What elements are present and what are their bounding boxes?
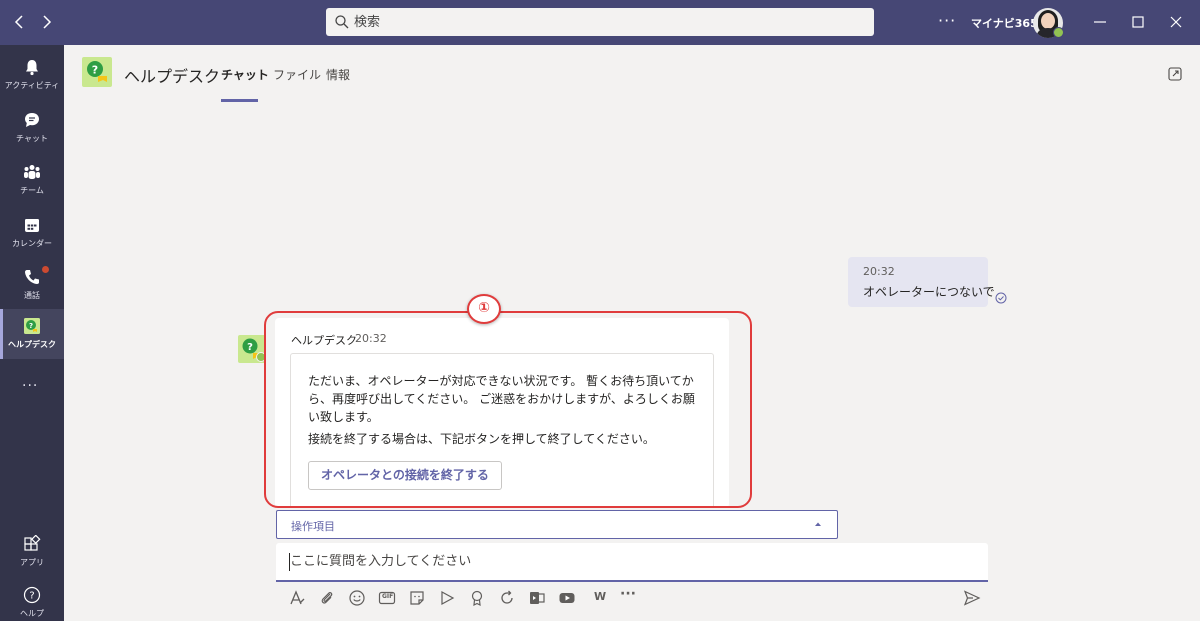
actions-dropdown[interactable]: 操作項目 (276, 510, 838, 539)
rail-item-help[interactable]: ? ヘルプ (0, 578, 64, 621)
rail-item-helpdesk[interactable]: ? ヘルプデスク (0, 309, 64, 359)
rail-item-label: チャット (16, 134, 48, 143)
praise-icon[interactable] (468, 589, 486, 607)
rail-item-teams[interactable]: チーム (0, 155, 64, 205)
back-arrow-icon[interactable] (10, 12, 30, 32)
helpdesk-logo-icon: ? (82, 57, 112, 87)
sent-message[interactable]: 20:32 オペレーターにつないで (848, 257, 995, 307)
wikipedia-icon[interactable]: W (594, 590, 606, 603)
annotation-badge: ① (467, 294, 501, 324)
youtube-icon[interactable] (558, 589, 576, 607)
rail-item-chat[interactable]: チャット (0, 103, 64, 153)
rail-item-apps[interactable]: アプリ (0, 527, 64, 577)
phone-icon (25, 270, 39, 284)
search-input[interactable] (354, 8, 864, 36)
svg-text:?: ? (247, 342, 253, 353)
rail-item-label: ヘルプ (20, 609, 44, 618)
caret-up-icon (815, 522, 821, 526)
rail-item-activity[interactable]: アクティビティ (0, 50, 64, 100)
tab-chat[interactable]: チャット (221, 66, 269, 83)
search-box[interactable] (326, 8, 874, 36)
more-tools-icon[interactable]: ··· (620, 586, 636, 602)
message-timestamp: 20:32 (863, 265, 895, 278)
message-input[interactable] (290, 543, 970, 580)
svg-text:?: ? (92, 64, 98, 77)
loop-icon[interactable] (498, 589, 516, 607)
help-icon: ? (23, 586, 41, 604)
title-bar: ··· マイナビ365 (0, 0, 1200, 45)
gif-icon[interactable]: GIF (378, 589, 396, 607)
emoji-icon[interactable] (348, 589, 366, 607)
notification-dot (42, 266, 49, 273)
rail-more-icon[interactable]: ··· (22, 378, 38, 394)
rail-item-label: チーム (20, 186, 44, 195)
gif-label: GIF (382, 593, 394, 600)
svg-text:?: ? (29, 322, 33, 330)
teams-icon (24, 165, 40, 179)
svg-text:?: ? (29, 591, 34, 602)
rail-item-label: カレンダー (12, 239, 52, 248)
bell-icon (26, 60, 38, 76)
sticker-icon[interactable] (408, 589, 426, 607)
forward-arrow-icon[interactable] (36, 12, 56, 32)
message-text: オペレーターにつないで (863, 285, 995, 299)
format-icon[interactable] (288, 589, 306, 607)
tab-about[interactable]: 情報 (326, 66, 350, 83)
compose-box[interactable] (276, 543, 988, 582)
maximize-icon[interactable] (1128, 12, 1148, 32)
attach-icon[interactable] (318, 589, 336, 607)
avatar-face (1041, 13, 1055, 29)
sent-check-icon (995, 292, 1007, 304)
channel-header: ? ヘルプデスク チャット ファイル 情報 (64, 45, 1200, 103)
org-name[interactable]: マイナビ365 (971, 15, 1038, 31)
active-indicator (0, 309, 3, 359)
presence-available-icon (1053, 27, 1064, 38)
active-tab-underline (221, 99, 258, 102)
tab-files[interactable]: ファイル (273, 66, 321, 83)
page-title: ヘルプデスク (124, 67, 221, 86)
rail-item-label: ヘルプデスク (8, 340, 56, 349)
dropdown-label: 操作項目 (291, 520, 335, 533)
apps-icon (24, 535, 41, 551)
popout-icon[interactable] (1168, 67, 1182, 81)
app-rail: アクティビティ チャット チーム カレンダー 通話 ? ヘルプデスク ··· ア… (0, 45, 64, 621)
rail-item-label: アプリ (20, 558, 44, 567)
minimize-icon[interactable] (1090, 12, 1110, 32)
rail-item-calls[interactable]: 通話 (0, 260, 64, 310)
chat-icon (25, 113, 39, 127)
close-icon[interactable] (1166, 12, 1186, 32)
rail-item-label: アクティビティ (4, 81, 60, 90)
calendar-icon (25, 219, 39, 232)
annotation-frame (264, 311, 752, 508)
rail-item-label: 通話 (24, 291, 40, 300)
text-cursor (289, 553, 290, 571)
stream-icon[interactable] (528, 589, 546, 607)
search-icon (335, 15, 349, 29)
send-icon[interactable] (963, 589, 981, 607)
helpdesk-app-icon: ? (24, 318, 40, 334)
rail-item-calendar[interactable]: カレンダー (0, 208, 64, 258)
meet-now-icon[interactable] (438, 589, 456, 607)
more-options-icon[interactable]: ··· (938, 11, 956, 30)
